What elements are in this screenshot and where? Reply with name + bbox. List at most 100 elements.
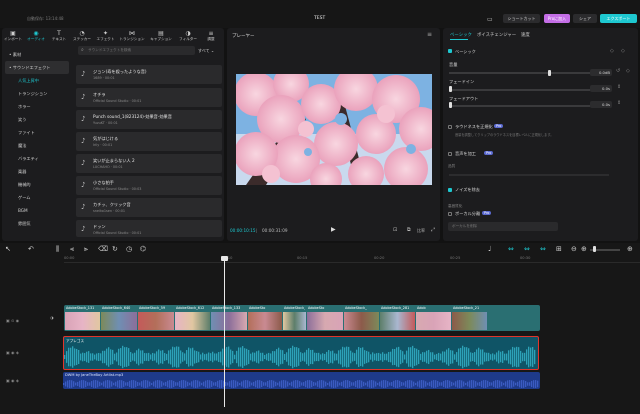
zoom-in-icon[interactable]: ⊕: [581, 245, 587, 253]
stepper-icon[interactable]: ⇕: [617, 84, 621, 90]
tab-voice-changer[interactable]: ボイスチェンジャー: [477, 32, 516, 38]
enhance-checkbox[interactable]: [448, 152, 452, 156]
video-clip[interactable]: [380, 312, 415, 330]
category-item[interactable]: BGM: [5, 204, 69, 217]
sound-item[interactable]: ♪ジョン(寿を殺ったような音)1689 · 00:01✿↓: [76, 65, 293, 84]
selected-audio-clip[interactable]: アプレゴス: [63, 336, 539, 370]
keyframe-icon[interactable]: ◇: [621, 48, 625, 54]
noise-checkbox[interactable]: [448, 188, 452, 192]
sound-item[interactable]: ♪ドッンOfficial Sound Studio · 00:01✿↓: [76, 220, 293, 237]
sound-item[interactable]: ♪笑いが止まらない人 2LUCHAHO · 00:01✿↓: [76, 154, 293, 173]
category-item[interactable]: ホラー: [5, 100, 69, 113]
video-clip[interactable]: [344, 312, 379, 330]
preview-axis-icon[interactable]: ⊞: [556, 245, 562, 253]
stepper-icon[interactable]: ⇕: [617, 100, 621, 106]
bgm-track-controls[interactable]: ▣ ◉ ◈: [6, 378, 19, 383]
category-item[interactable]: バラエティ: [5, 152, 69, 165]
pro-button[interactable]: Proに加入: [544, 14, 570, 23]
split-icon[interactable]: ⫼: [56, 245, 59, 254]
video-clip[interactable]: [307, 312, 343, 330]
sound-item[interactable]: ♪小さな拍手Official Sound Studio · 00:03✿↓: [76, 176, 293, 195]
volume-slider[interactable]: [449, 72, 599, 74]
video-clip[interactable]: [452, 312, 487, 330]
tool-filter[interactable]: ◑ フィルター: [175, 30, 201, 42]
basic-checkbox[interactable]: [448, 49, 452, 53]
link-icon[interactable]: ⇔: [508, 245, 514, 253]
play-button[interactable]: ▶: [331, 226, 336, 233]
zoom-knob[interactable]: [593, 246, 596, 252]
video-clip[interactable]: [211, 312, 247, 330]
search-input[interactable]: ⌕ サウンドエフェクトを検索: [78, 46, 195, 55]
tool-import[interactable]: ▣ インポート: [2, 30, 24, 42]
loudness-checkbox[interactable]: [448, 125, 452, 129]
sidebar-sound-effects[interactable]: • サウンドエフェクト: [5, 61, 69, 74]
cover-label[interactable]: ◑: [50, 315, 54, 320]
fadein-slider[interactable]: [449, 89, 599, 91]
category-item[interactable]: 笑う: [5, 113, 69, 126]
freeze-icon[interactable]: ◷: [126, 245, 132, 253]
audio-track-controls[interactable]: ▣ ◉ ◈: [6, 350, 19, 355]
video-clip[interactable]: [283, 312, 306, 330]
category-item[interactable]: 楽器: [5, 165, 69, 178]
tool-effect[interactable]: ✦ エフェクト: [94, 30, 117, 42]
video-clip[interactable]: [138, 312, 174, 330]
tool-audio[interactable]: ◉ オーディオ: [24, 30, 48, 42]
zoom-out-icon[interactable]: ⊖: [571, 245, 577, 253]
share-button[interactable]: シェア: [573, 14, 597, 23]
category-item[interactable]: ファイト: [5, 126, 69, 139]
category-item[interactable]: ゲーム: [5, 191, 69, 204]
mic-icon[interactable]: ♩: [488, 245, 491, 253]
category-item[interactable]: 雰囲気: [5, 217, 69, 230]
reset-icon[interactable]: ◇: [610, 48, 614, 54]
fadeout-value[interactable]: 0.0s: [590, 101, 612, 108]
cursor-icon[interactable]: ↖: [5, 245, 11, 253]
screen-icon[interactable]: ⊡: [393, 227, 397, 233]
snap-icon[interactable]: ⇔: [524, 245, 530, 253]
video-clip[interactable]: [416, 312, 451, 330]
layout-icon[interactable]: ▭: [487, 16, 493, 23]
reset-icon[interactable]: ↺: [616, 68, 620, 74]
export-button[interactable]: エクスポート: [600, 14, 637, 23]
fadein-knob[interactable]: [449, 86, 452, 92]
sidebar-favorites[interactable]: • 素材: [5, 48, 69, 61]
fullscreen-icon[interactable]: ⤢: [431, 227, 435, 233]
sound-item[interactable]: ♪気がはじけるIrily · 00:01✿↓: [76, 132, 293, 151]
video-clip[interactable]: [248, 312, 282, 330]
sound-item[interactable]: ♪カチッ、クリック音sneiko1sen · 00:01✿↓: [76, 198, 293, 217]
shortcut-button[interactable]: ショートカット: [503, 14, 540, 23]
quality-slider[interactable]: [449, 174, 609, 176]
tool-adjust[interactable]: ≡ 調整: [201, 30, 221, 42]
playhead[interactable]: [224, 257, 225, 407]
sound-item[interactable]: ♪ Punch sound_1(823124)-効果音-効果音 YuzuKT · 0…: [76, 110, 293, 129]
magnet-icon[interactable]: ⇔: [540, 245, 546, 253]
tool-text[interactable]: T テキスト: [48, 30, 70, 42]
tool-sticker[interactable]: ◔ ステッカー: [70, 30, 94, 42]
split-right-icon[interactable]: ⫸: [84, 245, 88, 254]
vocal-checkbox[interactable]: [448, 212, 452, 216]
playhead-handle[interactable]: [221, 256, 228, 261]
menu-icon[interactable]: ≡: [427, 31, 432, 38]
filter-dropdown[interactable]: すべて ⌄: [198, 46, 220, 55]
category-item[interactable]: 機械的: [5, 178, 69, 191]
video-clip[interactable]: [65, 312, 100, 330]
fadeout-slider[interactable]: [449, 105, 599, 107]
category-item[interactable]: 人気上昇中: [5, 74, 69, 87]
keyframe-icon[interactable]: ◇: [626, 68, 630, 74]
fadeout-knob[interactable]: [449, 102, 452, 108]
tool-transition[interactable]: ⋈ トランジション: [117, 30, 147, 42]
category-item[interactable]: トランジション: [5, 87, 69, 100]
tool-caption[interactable]: ▤ キャプション: [147, 30, 175, 42]
video-clip[interactable]: [101, 312, 137, 330]
video-clip[interactable]: [175, 312, 210, 330]
undo-icon[interactable]: ↶: [28, 245, 34, 253]
split-left-icon[interactable]: ⫷: [70, 245, 74, 254]
category-item[interactable]: 魔法: [5, 139, 69, 152]
ratio-button[interactable]: 比率: [417, 228, 425, 234]
fadein-value[interactable]: 0.0s: [590, 85, 612, 92]
ai-icon[interactable]: ⌬: [140, 245, 146, 253]
volume-knob[interactable]: [548, 70, 551, 76]
bgm-clip[interactable]: DWM by JaneTheBoy Artlist.mp3: [63, 372, 540, 389]
volume-value[interactable]: 0.0dB: [590, 69, 612, 76]
lock-icon[interactable]: ▣ ⊙ ◉: [6, 318, 19, 323]
tab-speed[interactable]: 速度: [521, 32, 530, 38]
